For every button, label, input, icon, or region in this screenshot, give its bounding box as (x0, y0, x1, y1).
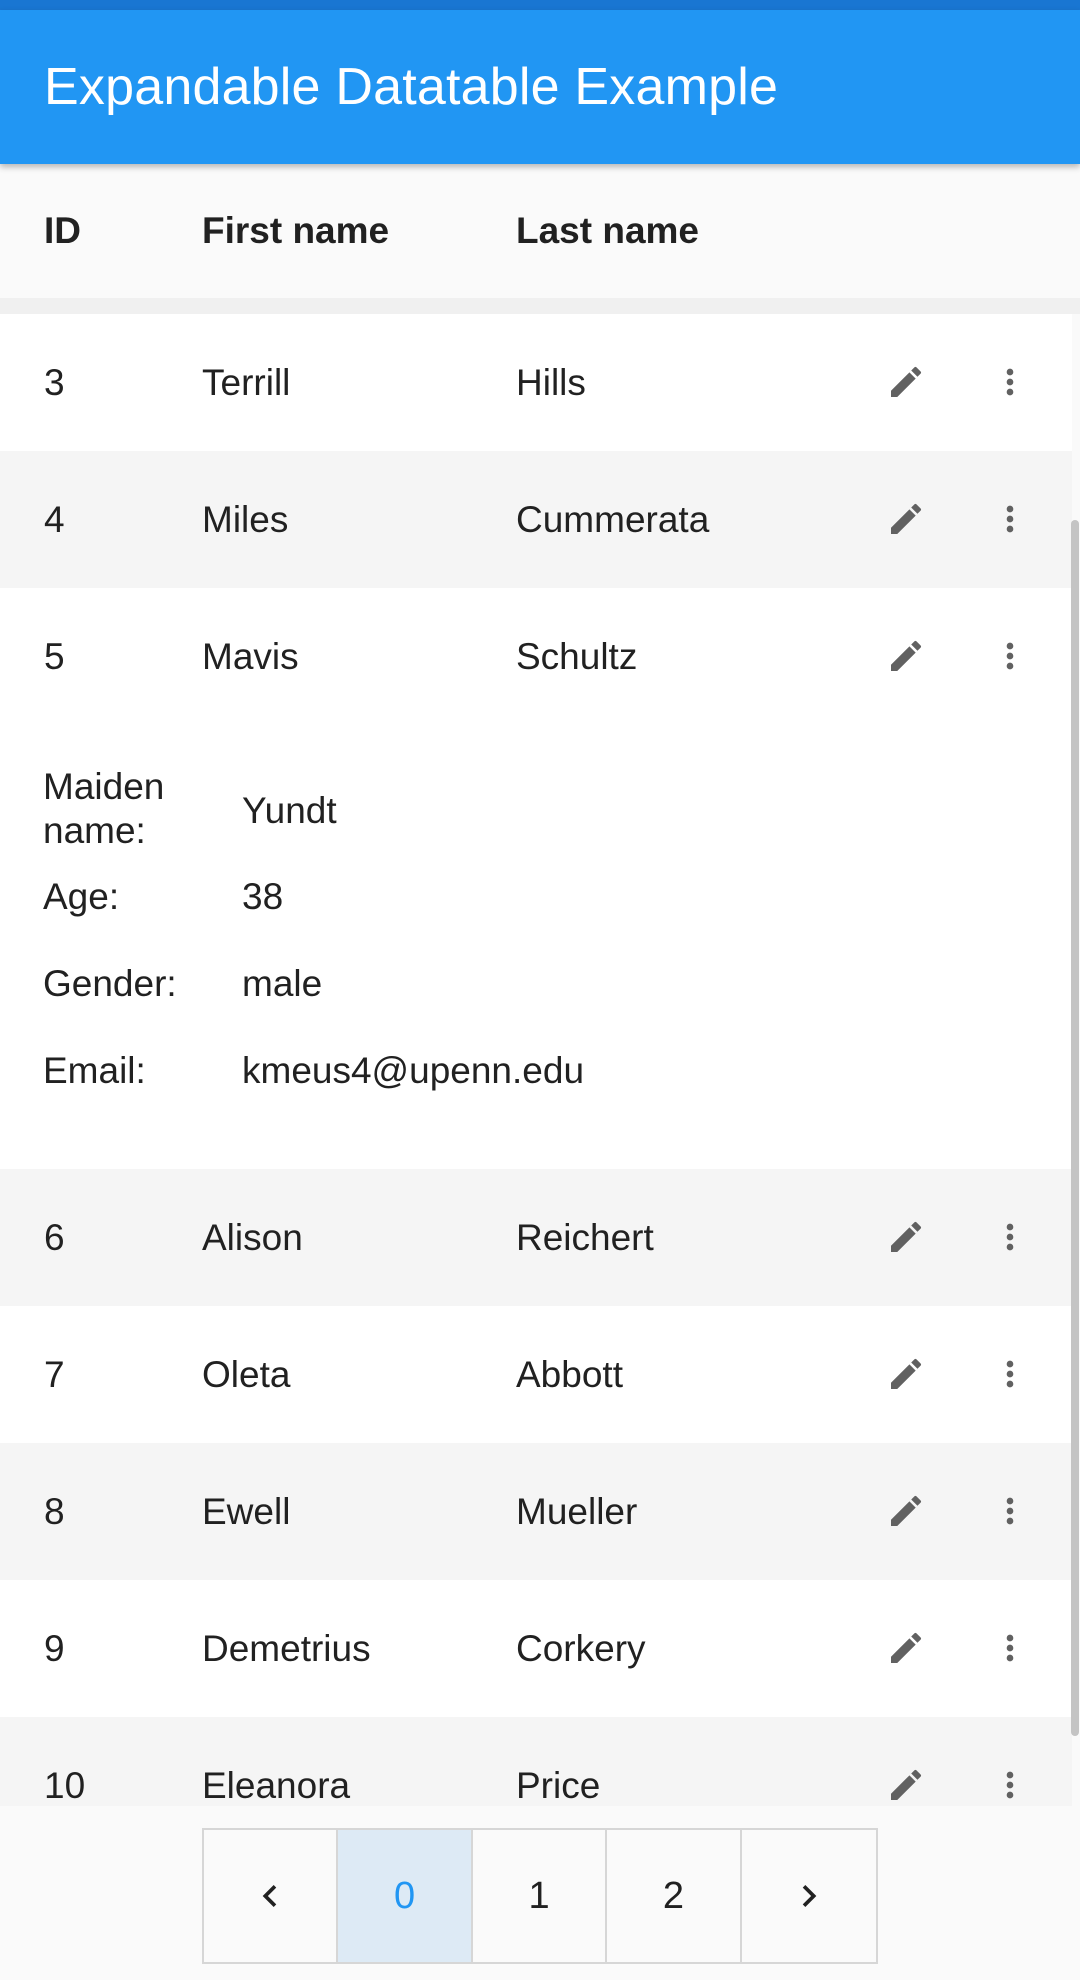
pencil-icon (891, 1358, 922, 1389)
header-divider (0, 298, 1080, 314)
edit-button[interactable] (878, 491, 934, 547)
prev-page-button[interactable] (204, 1830, 339, 1962)
edit-button[interactable] (878, 628, 934, 684)
edit-button[interactable] (878, 1346, 934, 1402)
table-row[interactable]: 10 Eleanora Price (0, 1717, 1072, 1806)
header-first-name[interactable]: First name (202, 210, 389, 252)
email-value: kmeus4@upenn.edu (242, 1050, 585, 1091)
cell-first-name: Alison (202, 1217, 303, 1258)
cell-first-name: Ewell (202, 1491, 291, 1532)
maiden-name-value: Yundt (242, 790, 337, 831)
cell-id: 4 (44, 499, 65, 540)
pagination: 0 1 2 (202, 1828, 878, 1964)
more-options-button[interactable] (982, 1209, 1038, 1265)
page-button-0[interactable]: 0 (338, 1830, 473, 1962)
expanded-details: Maiden name: Yundt Age: 38 Gender: male … (0, 725, 1072, 1169)
more-options-button[interactable] (982, 628, 1038, 684)
cell-first-name: Terrill (202, 362, 291, 403)
maiden-name-label-line2: name: (43, 810, 146, 851)
age-value: 38 (242, 876, 284, 917)
more-vert-icon (1006, 1497, 1014, 1525)
cell-last-name: Corkery (516, 1628, 646, 1669)
table-row[interactable]: 6 Alison Reichert (0, 1169, 1072, 1306)
pencil-icon (891, 640, 922, 671)
page-button-2[interactable]: 2 (607, 1830, 742, 1962)
pencil-icon (891, 1632, 922, 1663)
pencil-icon (891, 1495, 922, 1526)
more-options-button[interactable] (982, 1346, 1038, 1402)
edit-button[interactable] (878, 1620, 934, 1676)
edit-button[interactable] (878, 1483, 934, 1539)
pencil-icon (891, 1221, 922, 1252)
table-row-expanded[interactable]: 5 Mavis Schultz (0, 588, 1072, 725)
more-vert-icon (1006, 1771, 1014, 1799)
cell-first-name: Oleta (202, 1354, 291, 1395)
cell-first-name: Demetrius (202, 1628, 371, 1669)
edit-button[interactable] (878, 1209, 934, 1265)
age-label: Age: (43, 876, 120, 917)
chevron-right-icon (802, 1885, 817, 1907)
edit-button[interactable] (878, 354, 934, 410)
pagination-footer: 0 1 2 (0, 1806, 1080, 1980)
next-page-button[interactable] (742, 1830, 876, 1962)
table-body[interactable]: 3 Terrill Hills 4 Miles Cummerata 5 Mavi… (0, 314, 1072, 1806)
app-title: Expandable Datatable Example (44, 58, 779, 116)
cell-id: 7 (44, 1354, 65, 1395)
pencil-icon (891, 366, 922, 397)
cell-first-name: Mavis (202, 636, 299, 677)
more-options-button[interactable] (982, 1483, 1038, 1539)
pencil-icon (891, 1769, 922, 1800)
cell-last-name: Cummerata (516, 499, 710, 540)
more-vert-icon (1006, 505, 1014, 533)
cell-first-name: Eleanora (202, 1765, 351, 1806)
more-vert-icon (1006, 1360, 1014, 1388)
header-last-name[interactable]: Last name (516, 210, 699, 252)
cell-id: 9 (44, 1628, 65, 1669)
gender-value: male (242, 963, 323, 1004)
chevron-left-icon (262, 1885, 277, 1907)
cell-last-name: Mueller (516, 1491, 638, 1532)
table-header: ID First name Last name (0, 164, 1080, 298)
more-vert-icon (1006, 1223, 1014, 1251)
cell-id: 10 (44, 1765, 86, 1806)
table-row[interactable]: 7 Oleta Abbott (0, 1306, 1072, 1443)
cell-id: 3 (44, 362, 65, 403)
table-row[interactable]: 4 Miles Cummerata (0, 451, 1072, 588)
cell-last-name: Schultz (516, 636, 638, 677)
more-vert-icon (1006, 1634, 1014, 1662)
cell-id: 6 (44, 1217, 65, 1258)
cell-id: 5 (44, 636, 65, 677)
more-vert-icon (1006, 368, 1014, 396)
app-bar: Expandable Datatable Example (0, 10, 1080, 164)
cell-last-name: Abbott (516, 1354, 623, 1395)
more-vert-icon (1006, 642, 1014, 670)
scrollbar-thumb[interactable] (1071, 520, 1079, 1736)
page-button-1[interactable]: 1 (473, 1830, 608, 1962)
maiden-name-label-line1: Maiden (43, 766, 165, 807)
gender-label: Gender: (43, 963, 177, 1004)
cell-last-name: Hills (516, 362, 586, 403)
edit-button[interactable] (878, 1757, 934, 1806)
more-options-button[interactable] (982, 1620, 1038, 1676)
table-row[interactable]: 3 Terrill Hills (0, 314, 1072, 451)
pencil-icon (891, 503, 922, 534)
cell-last-name: Price (516, 1765, 601, 1806)
table-row[interactable]: 8 Ewell Mueller (0, 1443, 1072, 1580)
header-id[interactable]: ID (44, 210, 81, 252)
email-label: Email: (43, 1050, 146, 1091)
more-options-button[interactable] (982, 491, 1038, 547)
cell-first-name: Miles (202, 499, 289, 540)
cell-last-name: Reichert (516, 1217, 654, 1258)
status-bar (0, 0, 1080, 10)
cell-id: 8 (44, 1491, 65, 1532)
more-options-button[interactable] (982, 354, 1038, 410)
more-options-button[interactable] (982, 1757, 1038, 1806)
table-row[interactable]: 9 Demetrius Corkery (0, 1580, 1072, 1717)
